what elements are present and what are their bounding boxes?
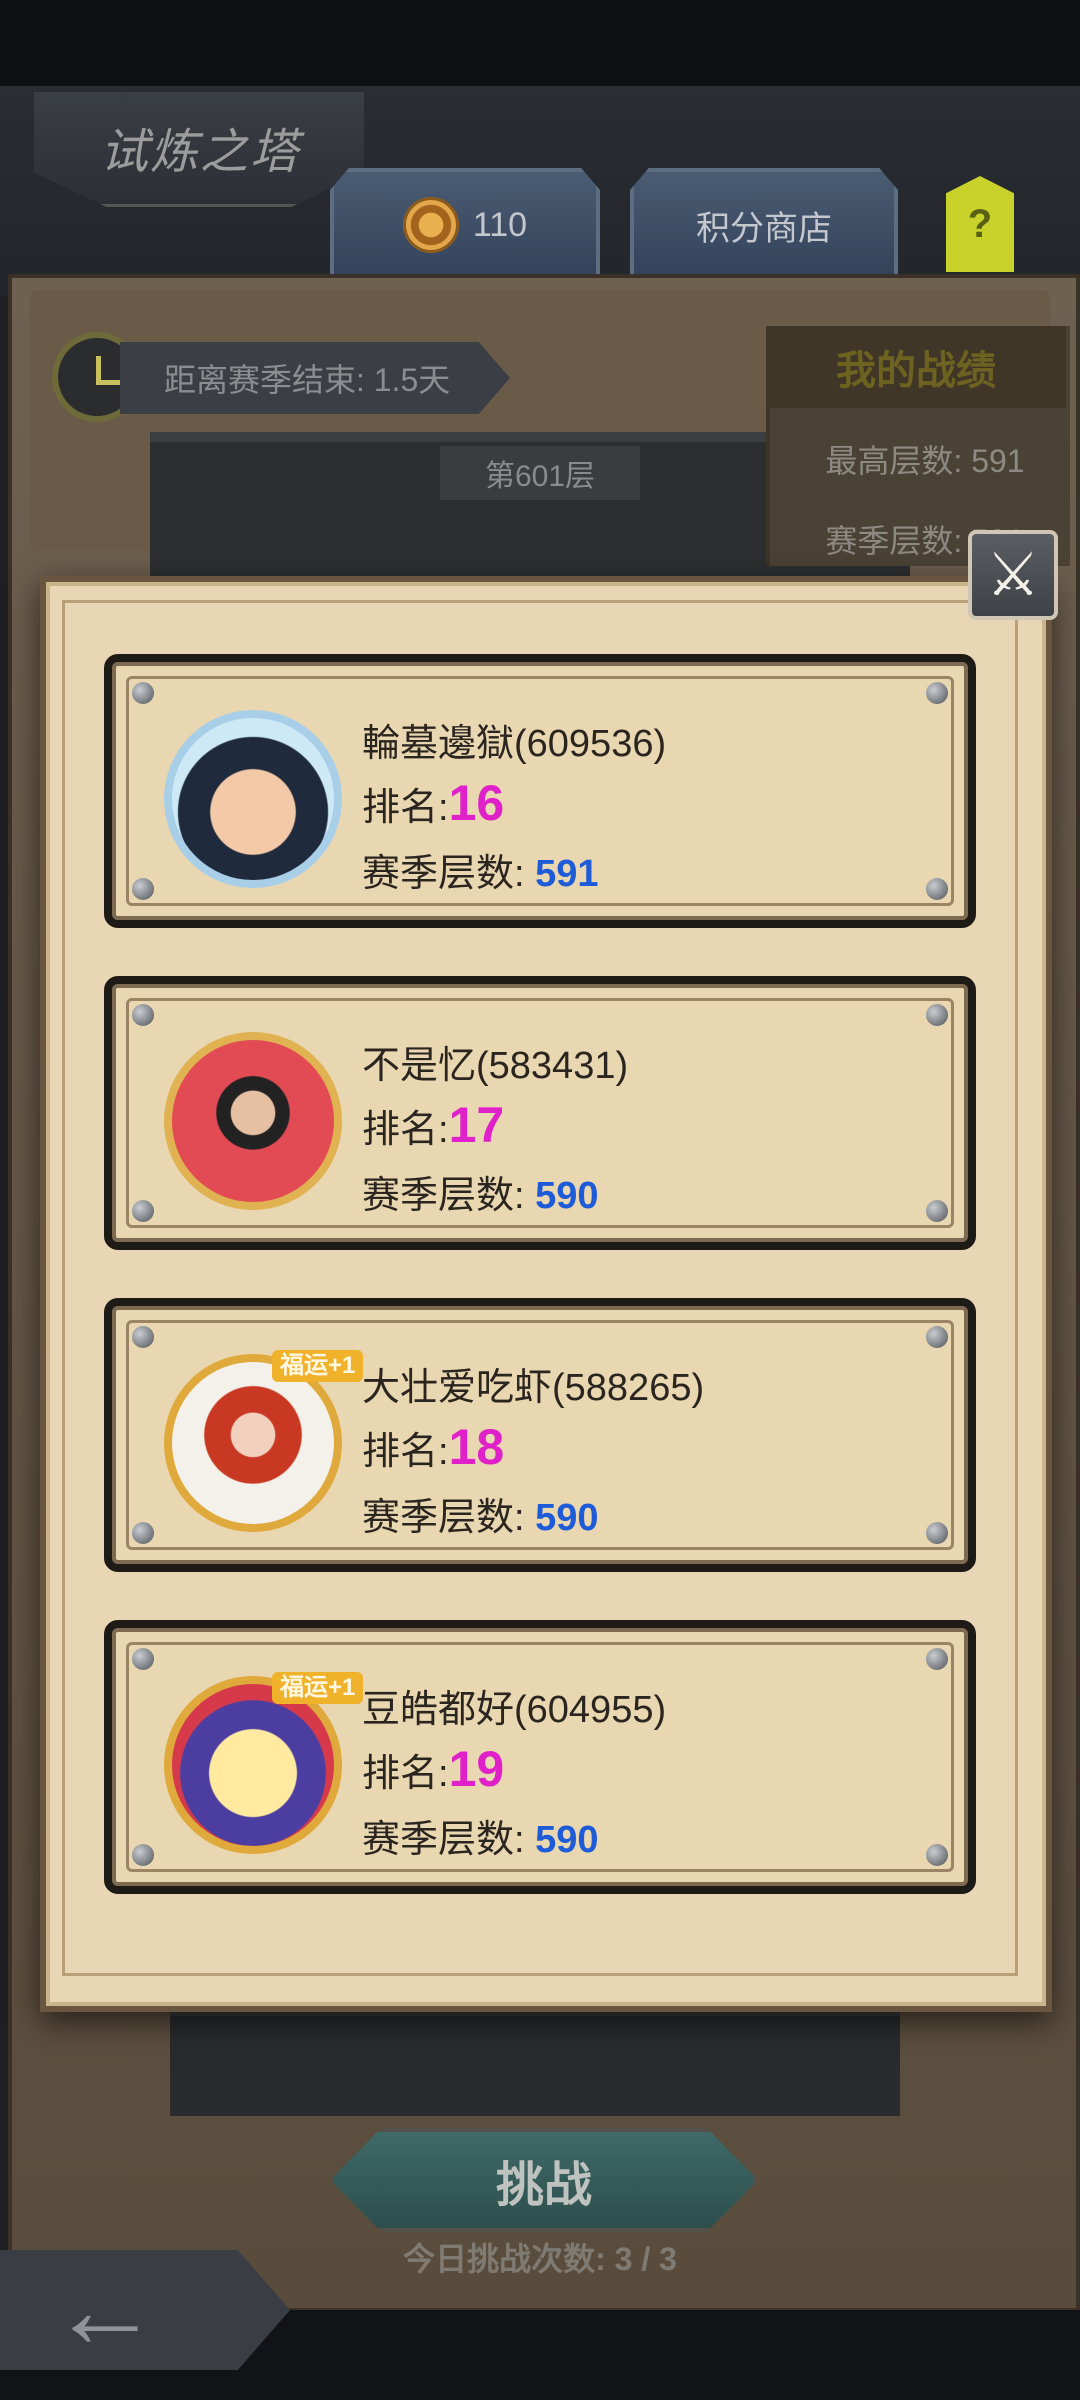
rank-label: 排名:	[362, 1431, 449, 1473]
player-floor: 赛季层数: 590	[362, 1164, 599, 1219]
points-coin-icon	[402, 197, 459, 253]
my-record-title[interactable]: 我的战绩	[766, 326, 1066, 408]
floor-value: 590	[535, 1497, 599, 1539]
rivet-icon	[132, 1522, 154, 1544]
rivet-icon	[132, 1648, 154, 1670]
ranking-card[interactable]: 福运+1 大壮爱吃虾(588265) 排名:18 赛季层数: 590	[104, 1298, 976, 1572]
points-shop-label: 积分商店	[696, 209, 832, 248]
player-floor: 赛季层数: 590	[362, 1486, 599, 1541]
player-name: 豆皓都好(604955)	[362, 1689, 667, 1731]
player-rank: 排名:19	[362, 1740, 504, 1798]
rivet-icon	[132, 1844, 154, 1866]
player-floor: 赛季层数: 591	[362, 842, 599, 897]
rank-label: 排名:	[362, 1753, 449, 1795]
rivet-icon	[926, 1648, 948, 1670]
rank-value: 19	[448, 1741, 505, 1797]
points-value: 110	[472, 205, 528, 244]
rivet-icon	[132, 878, 154, 900]
rivet-icon	[926, 1522, 948, 1544]
close-button[interactable]: ⚔	[968, 530, 1058, 620]
rivet-icon	[926, 1004, 948, 1026]
player-name: 輪墓邊獄(609536)	[362, 723, 667, 765]
tower-gate-image	[170, 2010, 900, 2116]
floor-label: 赛季层数:	[362, 1819, 536, 1861]
help-icon: ?	[967, 201, 993, 246]
floor-label: 赛季层数:	[362, 1497, 536, 1539]
player-rank: 排名:16	[362, 774, 504, 832]
rivet-icon	[926, 1200, 948, 1222]
back-button[interactable]: ←	[0, 2250, 290, 2370]
rivet-icon	[132, 1004, 154, 1026]
floor-label: 赛季层数:	[362, 1175, 536, 1217]
floor-label: 赛季层数:	[362, 853, 536, 895]
player-floor: 赛季层数: 590	[362, 1808, 599, 1863]
fortune-badge: 福运+1	[272, 1672, 364, 1704]
player-rank: 排名:18	[362, 1418, 504, 1476]
ranking-card[interactable]: 輪墓邊獄(609536) 排名:16 赛季层数: 591	[104, 654, 976, 928]
crossed-swords-icon: ⚔	[986, 541, 1040, 608]
player-name: 大壮爱吃虾(588265)	[362, 1367, 705, 1409]
floor-value: 590	[535, 1819, 599, 1861]
rivet-icon	[926, 878, 948, 900]
help-button[interactable]: ?	[946, 176, 1014, 272]
rivet-icon	[132, 1200, 154, 1222]
rivet-icon	[132, 682, 154, 704]
rivet-icon	[926, 1326, 948, 1348]
player-avatar[interactable]	[164, 1032, 342, 1210]
page-title: 试炼之塔	[100, 126, 301, 179]
rivet-icon	[926, 682, 948, 704]
points-shop-button[interactable]: 积分商店	[630, 168, 898, 278]
status-bar	[0, 0, 1080, 86]
player-rank: 排名:17	[362, 1096, 504, 1154]
back-arrow-icon: ←	[50, 2248, 160, 2371]
points-tab[interactable]: 110	[330, 168, 600, 278]
rivet-icon	[926, 1844, 948, 1866]
fortune-badge: 福运+1	[272, 1350, 364, 1382]
rank-label: 排名:	[362, 787, 449, 829]
rank-value: 18	[448, 1419, 505, 1475]
rank-value: 17	[448, 1097, 505, 1153]
ranking-card[interactable]: 福运+1 豆皓都好(604955) 排名:19 赛季层数: 590	[104, 1620, 976, 1894]
current-floor-label: 第601层	[440, 446, 640, 500]
player-name: 不是忆(583431)	[362, 1045, 629, 1087]
ranking-card[interactable]: 不是忆(583431) 排名:17 赛季层数: 590	[104, 976, 976, 1250]
floor-value: 591	[535, 853, 599, 895]
challenge-button[interactable]: 挑战	[330, 2128, 758, 2232]
best-floor-text: 最高层数: 591	[825, 443, 1025, 479]
player-avatar[interactable]	[164, 710, 342, 888]
rank-value: 16	[448, 775, 505, 831]
rank-label: 排名:	[362, 1109, 449, 1151]
floor-value: 590	[535, 1175, 599, 1217]
rivet-icon	[132, 1326, 154, 1348]
season-countdown: 距离赛季结束: 1.5天	[120, 342, 510, 414]
